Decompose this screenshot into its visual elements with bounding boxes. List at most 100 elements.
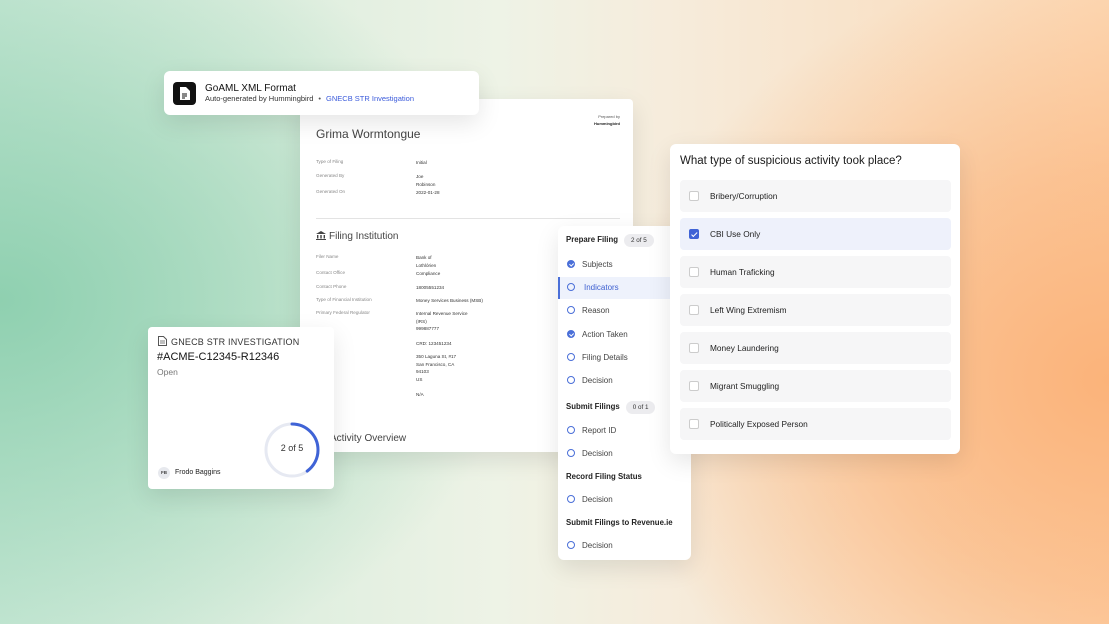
- step-label: Decision: [582, 541, 613, 550]
- field-value: Initial: [416, 160, 427, 165]
- section-submit-filings: Submit Filings 0 of 1: [566, 401, 656, 414]
- section-title: Prepare Filing: [566, 235, 618, 244]
- auto-generated-label: Auto-generated by Hummingbird: [205, 94, 314, 103]
- circle-icon: [567, 495, 575, 503]
- circle-icon: [567, 353, 575, 361]
- option-label: Politically Exposed Person: [710, 419, 808, 429]
- progress-label: 2 of 5: [280, 443, 304, 453]
- bank-icon: [316, 231, 326, 240]
- field-label: Contact Office: [316, 270, 346, 275]
- prepared-by: Prepared by Hummingbird: [594, 113, 620, 127]
- subject-name: Grima Wormtongue: [316, 127, 421, 141]
- filing-institution-title: Filing Institution: [329, 231, 399, 242]
- checkbox[interactable]: [689, 381, 699, 391]
- progress-badge: 0 of 1: [625, 401, 656, 414]
- field-label: Primary Federal Regulator: [316, 310, 370, 315]
- field-value: Bank of Lothlórien: [416, 255, 437, 268]
- goaml-subtitle: Auto-generated by Hummingbird • GNECB STR …: [205, 94, 414, 103]
- step-label: Indicators: [584, 283, 619, 292]
- field-value: CRD: 123451234: [416, 341, 452, 346]
- field-label: Type of Filing: [316, 159, 344, 164]
- step-reason[interactable]: Reason: [558, 300, 688, 322]
- step-subjects[interactable]: Subjects: [558, 254, 688, 276]
- step-label: Decision: [582, 449, 613, 458]
- section-title: Submit Filings: [566, 402, 620, 411]
- avatar: FB: [158, 467, 170, 479]
- separator-dot: •: [318, 94, 322, 103]
- investigation-link[interactable]: GNECB STR Investigation: [326, 94, 414, 103]
- field-value: Joe Robinson: [416, 174, 436, 187]
- section-title: Record Filing Status: [566, 472, 642, 481]
- check-circle-icon: [567, 330, 575, 338]
- activity-overview-heading: Activity Overview: [330, 433, 407, 444]
- hummingbird-logo: Hummingbird: [594, 121, 620, 126]
- check-circle-icon: [567, 260, 575, 268]
- document-icon: [158, 336, 167, 346]
- case-status: Open: [157, 367, 178, 377]
- step-indicators[interactable]: Indicators: [558, 277, 688, 299]
- section-title: Submit Filings to Revenue.ie: [566, 518, 673, 527]
- field-label: Contact Phone: [316, 284, 347, 289]
- circle-icon: [567, 376, 575, 384]
- assignee-name: Frodo Baggins: [175, 469, 221, 476]
- circle-icon: [567, 283, 575, 291]
- option-label: Left Wing Extremism: [710, 305, 787, 315]
- option-human-trafficking[interactable]: Human Traficking: [680, 256, 951, 288]
- option-bribery-corruption[interactable]: Bribery/Corruption: [680, 180, 951, 212]
- option-label: CBI Use Only: [710, 229, 761, 239]
- option-label: Human Traficking: [710, 267, 775, 277]
- field-value: 18005551234: [416, 285, 445, 290]
- step-filing-details[interactable]: Filing Details: [558, 347, 688, 369]
- option-left-wing-extremism[interactable]: Left Wing Extremism: [680, 294, 951, 326]
- checkbox-checked[interactable]: [689, 229, 699, 239]
- field-value: 350 Laguna St, #17 San Francisco, CA 941…: [416, 354, 457, 382]
- circle-icon: [567, 449, 575, 457]
- goaml-title: GoAML XML Format: [205, 83, 296, 94]
- step-decision[interactable]: Decision: [558, 443, 688, 465]
- step-decision[interactable]: Decision: [558, 535, 688, 557]
- field-value: N/A: [416, 392, 424, 397]
- field-label: Filer Name: [316, 254, 339, 259]
- suspicious-activity-question: What type of suspicious activity took pl…: [670, 144, 960, 454]
- step-decision[interactable]: Decision: [558, 370, 688, 392]
- field-value: 2022-01-28: [416, 190, 440, 195]
- field-value: Compliance: [416, 271, 441, 276]
- document-icon: [173, 82, 196, 105]
- field-label: Generated By: [316, 173, 345, 178]
- checkbox[interactable]: [689, 305, 699, 315]
- step-report-id[interactable]: Report ID: [558, 420, 688, 442]
- step-decision[interactable]: Decision: [558, 489, 688, 511]
- circle-icon: [567, 426, 575, 434]
- case-header: GNECB STR INVESTIGATION: [158, 336, 299, 347]
- question-title: What type of suspicious activity took pl…: [680, 155, 902, 167]
- step-label: Action Taken: [582, 330, 628, 339]
- section-prepare-filing: Prepare Filing 2 of 5: [566, 234, 654, 247]
- option-politically-exposed-person[interactable]: Politically Exposed Person: [680, 408, 951, 440]
- filing-institution-heading: Filing Institution: [316, 231, 398, 242]
- goaml-format-banner[interactable]: GoAML XML Format Auto-generated by Hummi…: [164, 71, 479, 115]
- step-action-taken[interactable]: Action Taken: [558, 324, 688, 346]
- checkbox[interactable]: [689, 267, 699, 277]
- case-card[interactable]: GNECB STR INVESTIGATION #ACME-C12345-R12…: [148, 327, 334, 489]
- option-cbi-use-only[interactable]: CBI Use Only: [680, 218, 951, 250]
- field-value: Money Services Business (MSB): [416, 298, 483, 303]
- case-type-label: GNECB STR INVESTIGATION: [171, 337, 300, 347]
- step-label: Report ID: [582, 426, 617, 435]
- option-money-laundering[interactable]: Money Laundering: [680, 332, 951, 364]
- checkbox[interactable]: [689, 191, 699, 201]
- section-record-filing-status: Record Filing Status: [566, 472, 642, 481]
- circle-icon: [567, 306, 575, 314]
- checkbox[interactable]: [689, 343, 699, 353]
- step-label: Reason: [582, 306, 610, 315]
- option-migrant-smuggling[interactable]: Migrant Smuggling: [680, 370, 951, 402]
- step-label: Decision: [582, 495, 613, 504]
- field-label: Type of Financial Institution: [316, 297, 372, 302]
- step-label: Filing Details: [582, 353, 628, 362]
- section-submit-filings-revenue: Submit Filings to Revenue.ie: [566, 518, 673, 527]
- step-label: Subjects: [582, 260, 613, 269]
- option-label: Migrant Smuggling: [710, 381, 780, 391]
- circle-icon: [567, 541, 575, 549]
- field-value: Internal Revenue Service (IRS) 999887777: [416, 311, 468, 331]
- checkbox[interactable]: [689, 419, 699, 429]
- prepared-by-label: Prepared by: [598, 114, 620, 119]
